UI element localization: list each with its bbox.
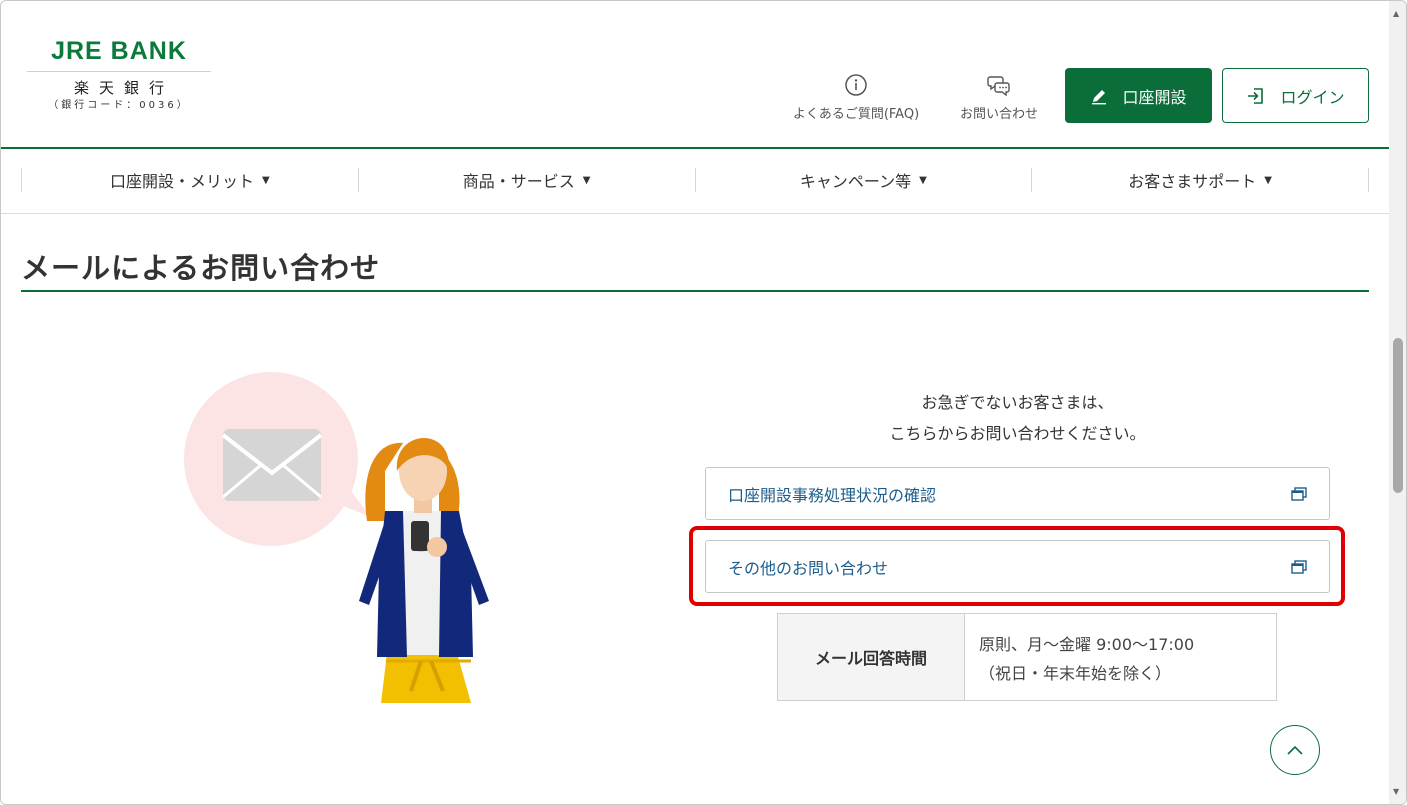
nav-divider [1,213,1389,214]
faq-link[interactable]: よくあるご質問(FAQ) [781,73,931,122]
caret-down-icon: ▼ [919,174,927,186]
nav-item-label: 商品・サービス [462,172,575,191]
reply-hours-line-1: 原則、月〜金曜 9:00〜17:00 [979,635,1195,654]
login-button[interactable]: ログイン [1222,68,1369,123]
chevron-up-icon [1287,745,1303,755]
intro-text: お急ぎでないお客さまは、 こちらからお問い合わせください。 [705,387,1330,449]
scroll-down-arrow-icon[interactable]: ▼ [1393,787,1399,796]
open-account-label: 口座開設 [1122,87,1187,107]
caret-down-icon: ▼ [1264,174,1272,186]
contact-label: お問い合わせ [959,107,1038,122]
login-label: ログイン [1280,87,1345,107]
page-title: メールによるお問い合わせ [21,251,381,285]
external-window-icon [1291,486,1307,501]
nav-item-label: キャンペーン等 [799,172,912,191]
back-to-top-button[interactable] [1270,725,1320,775]
link-label: 口座開設事務処理状況の確認 [728,485,937,505]
browser-frame: JRE BANK 楽天銀行 （銀行コード：0036） よくあるご質問(FAQ) … [0,0,1407,805]
woman-with-phone-illustration [184,372,489,703]
intro-line-2: こちらからお問い合わせください。 [889,424,1146,443]
reply-hours-header: メール回答時間 [778,614,965,700]
nav-item-support[interactable]: お客さまサポート ▼ [1031,168,1369,192]
logo-brand: JRE BANK [51,37,187,65]
scrollbar-thumb[interactable] [1393,338,1403,493]
open-account-button[interactable]: 口座開設 [1065,68,1212,123]
contact-link[interactable]: お問い合わせ [951,73,1047,122]
intro-line-1: お急ぎでないお客さまは、 [921,393,1114,412]
caret-down-icon: ▼ [262,174,270,186]
nav-item-products[interactable]: 商品・サービス ▼ [357,168,695,192]
info-circle-icon [845,74,867,96]
highlight-box [689,526,1345,606]
reply-hours-value: 原則、月〜金曜 9:00〜17:00 （祝日・年末年始を除く） [965,614,1276,700]
account-status-link[interactable]: 口座開設事務処理状況の確認 [705,467,1330,520]
reply-hours-line-2: （祝日・年末年始を除く） [979,664,1172,683]
faq-label: よくあるご質問(FAQ) [792,107,920,122]
reply-hours-table: メール回答時間 原則、月〜金曜 9:00〜17:00 （祝日・年末年始を除く） [777,613,1277,701]
logo-divider [27,71,211,72]
pencil-icon [1092,89,1107,104]
logo-bank-code: （銀行コード：0036） [48,100,190,111]
caret-down-icon: ▼ [582,174,591,186]
title-underline [21,290,1369,292]
main-nav: 口座開設・メリット ▼ 商品・サービス ▼ キャンペーン等 ▼ お客さまサポート… [21,149,1369,213]
nav-item-label: 口座開設・メリット [110,172,255,191]
nav-item-account-opening[interactable]: 口座開設・メリット ▼ [21,168,358,192]
bank-logo[interactable]: JRE BANK 楽天銀行 （銀行コード：0036） [27,37,211,114]
logo-japanese-name: 楽天銀行 [73,79,174,97]
login-arrow-icon [1248,87,1264,104]
envelope-icon [221,429,323,501]
scroll-up-arrow-icon[interactable]: ▲ [1393,9,1399,18]
chat-bubbles-icon [987,76,1010,97]
nav-item-label: お客さまサポート [1128,172,1257,191]
nav-item-campaigns[interactable]: キャンペーン等 ▼ [694,168,1032,192]
